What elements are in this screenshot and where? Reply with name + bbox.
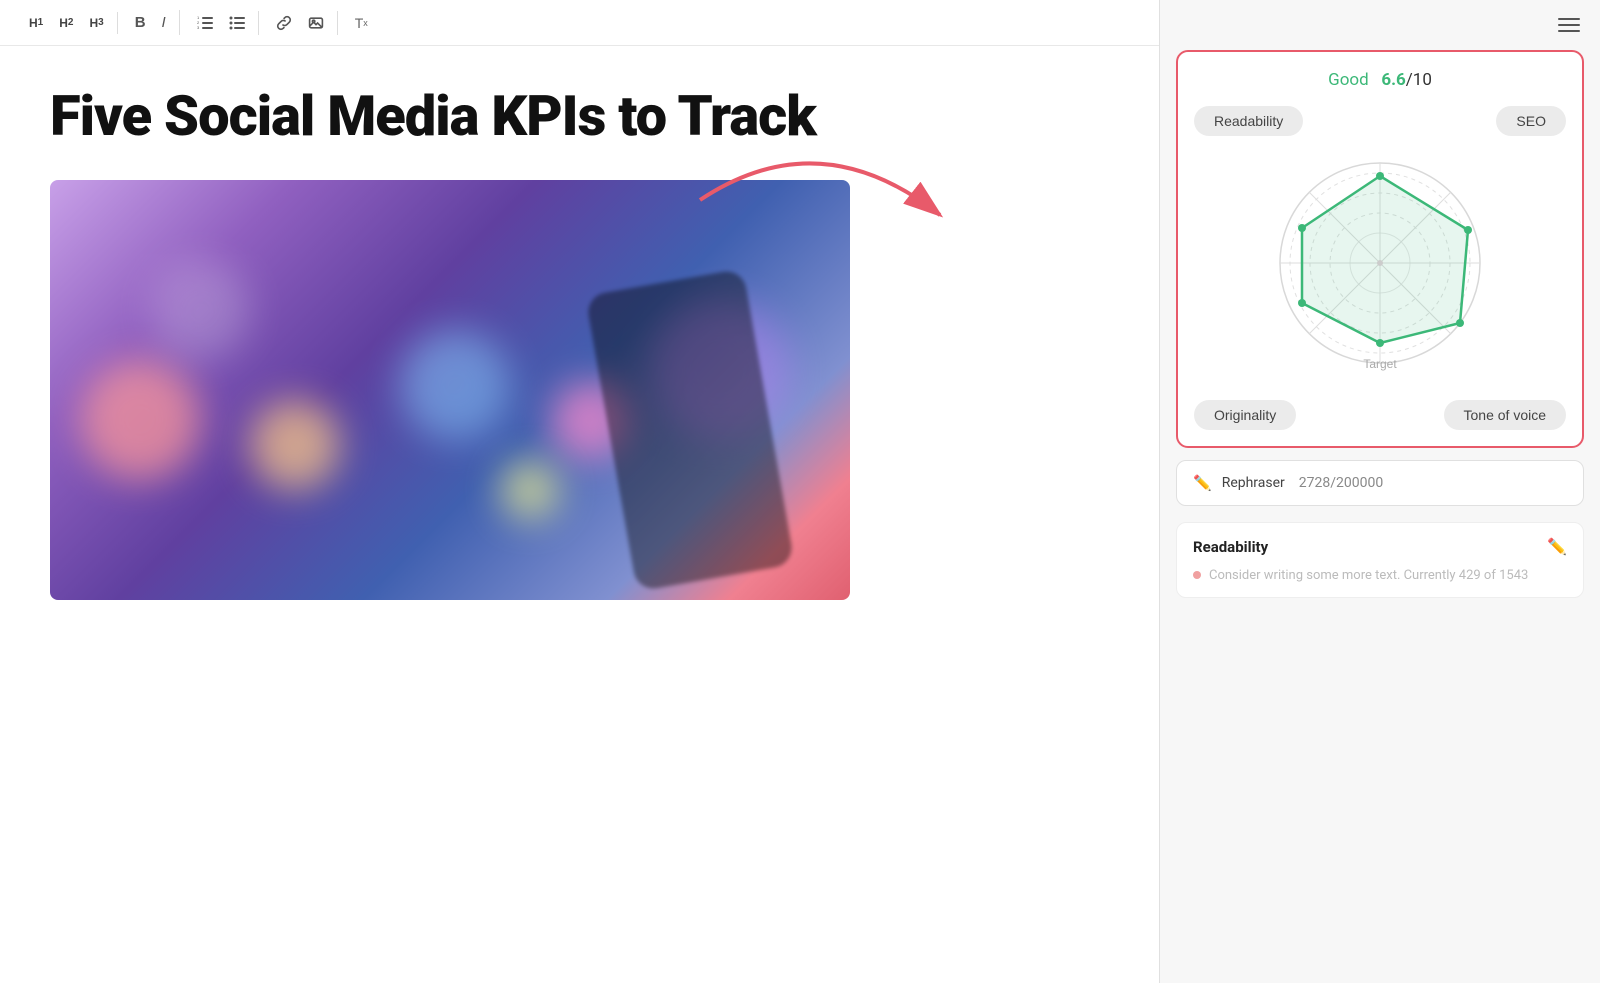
menu-button[interactable]	[1554, 14, 1584, 36]
rephraser-count: 2728/200000	[1299, 475, 1383, 491]
rephraser-label: Rephraser	[1222, 475, 1285, 491]
score-denom: /10	[1406, 70, 1432, 90]
hint-text: Consider writing some more text. Current…	[1209, 568, 1528, 583]
svg-text:3: 3	[197, 25, 200, 30]
readability-section: Readability ✏️ Consider writing some mor…	[1176, 522, 1584, 598]
insert-group	[263, 11, 338, 35]
radar-chart: Target	[1250, 148, 1510, 388]
tab-originality[interactable]: Originality	[1194, 400, 1296, 430]
clear-group: Tx	[342, 11, 381, 35]
editor-toolbar: H1 H2 H3 B I 123 Tx	[0, 0, 1159, 46]
image-button[interactable]	[301, 11, 331, 35]
bold-button[interactable]: B	[128, 10, 153, 35]
ordered-list-button[interactable]: 123	[190, 11, 220, 35]
readability-hint: Consider writing some more text. Current…	[1193, 568, 1567, 583]
score-card: Good 6.6/10 Readability SEO	[1176, 50, 1584, 448]
score-label: Good	[1328, 70, 1369, 90]
editor-panel: H1 H2 H3 B I 123 Tx	[0, 0, 1160, 983]
sidebar-header	[1160, 0, 1600, 50]
menu-line-1	[1558, 18, 1580, 20]
format-group: B I	[122, 10, 180, 35]
menu-line-3	[1558, 30, 1580, 32]
unordered-list-button[interactable]	[222, 11, 252, 35]
tab-readability[interactable]: Readability	[1194, 106, 1303, 136]
sidebar: Good 6.6/10 Readability SEO	[1160, 0, 1600, 983]
link-button[interactable]	[269, 11, 299, 35]
menu-line-2	[1558, 24, 1580, 26]
score-header: Good 6.6/10	[1194, 70, 1566, 90]
italic-button[interactable]: I	[155, 10, 173, 35]
top-tabs-row: Readability SEO	[1194, 106, 1566, 136]
readability-header: Readability ✏️	[1193, 537, 1567, 556]
edit-icon[interactable]: ✏️	[1547, 537, 1567, 556]
readability-title: Readability	[1193, 538, 1268, 556]
bottom-tabs-row: Originality Tone of voice	[1194, 400, 1566, 430]
list-group: 123	[184, 11, 259, 35]
article-image	[50, 180, 850, 600]
editor-content[interactable]: Five Social Media KPIs to Track	[0, 46, 1159, 983]
svg-text:Target: Target	[1363, 357, 1397, 371]
hint-dot	[1193, 571, 1201, 579]
article-title: Five Social Media KPIs to Track	[50, 86, 1109, 148]
tab-seo[interactable]: SEO	[1496, 106, 1566, 136]
rephraser-icon: ✏️	[1193, 474, 1212, 492]
heading-group: H1 H2 H3	[16, 12, 118, 34]
rephraser-bar[interactable]: ✏️ Rephraser 2728/200000	[1176, 460, 1584, 506]
clear-format-button[interactable]: Tx	[348, 11, 375, 35]
h3-button[interactable]: H3	[82, 12, 110, 34]
h1-button[interactable]: H1	[22, 12, 50, 34]
score-number: 6.6	[1381, 70, 1405, 90]
tab-tone-of-voice[interactable]: Tone of voice	[1444, 400, 1567, 430]
radar-chart-container: Target	[1194, 148, 1566, 388]
h2-button[interactable]: H2	[52, 12, 80, 34]
